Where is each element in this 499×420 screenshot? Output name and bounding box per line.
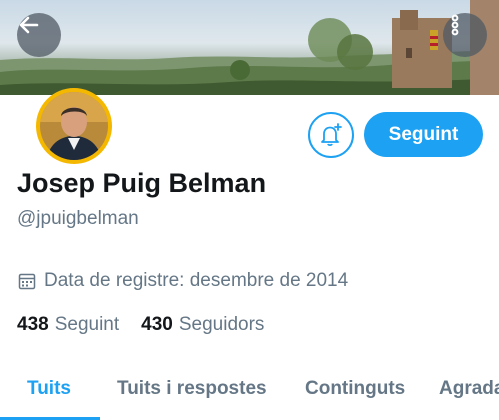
arrow-left-icon — [19, 16, 39, 34]
notifications-button[interactable] — [308, 112, 354, 158]
tab-agrada[interactable]: Agrada — [439, 378, 499, 400]
follow-stats: 438 Seguint 430 Seguidors — [17, 314, 286, 336]
more-vertical-icon — [451, 14, 459, 36]
bell-plus-icon — [321, 123, 342, 147]
profile-banner[interactable] — [0, 0, 499, 95]
tab-continguts[interactable]: Continguts — [305, 378, 405, 400]
calendar-icon — [18, 273, 36, 290]
following-stat[interactable]: 438 Seguint — [17, 314, 119, 336]
profile-tabs: Tuits Tuits i respostes Continguts Agrad… — [0, 360, 499, 420]
more-options-button[interactable] — [443, 13, 487, 57]
following-button[interactable]: Seguint — [364, 112, 483, 157]
avatar-photo — [40, 92, 108, 160]
followers-count: 430 — [141, 314, 173, 335]
join-date: Data de registre: desembre de 2014 — [18, 270, 348, 292]
following-label: Seguint — [54, 314, 120, 335]
back-button[interactable] — [17, 13, 61, 57]
followers-label: Seguidors — [178, 314, 265, 335]
tab-tuits[interactable]: Tuits — [27, 378, 71, 400]
join-date-text: Data de registre: desembre de 2014 — [44, 270, 349, 291]
profile-handle: @jpuigbelman — [17, 208, 139, 229]
profile-name: Josep Puig Belman — [17, 168, 267, 198]
followers-stat[interactable]: 430 Seguidors — [141, 314, 264, 336]
following-count: 438 — [17, 314, 49, 335]
tab-tuits-i-respostes[interactable]: Tuits i respostes — [117, 378, 267, 400]
banner-landscape-image — [0, 0, 499, 95]
avatar[interactable] — [36, 88, 112, 164]
